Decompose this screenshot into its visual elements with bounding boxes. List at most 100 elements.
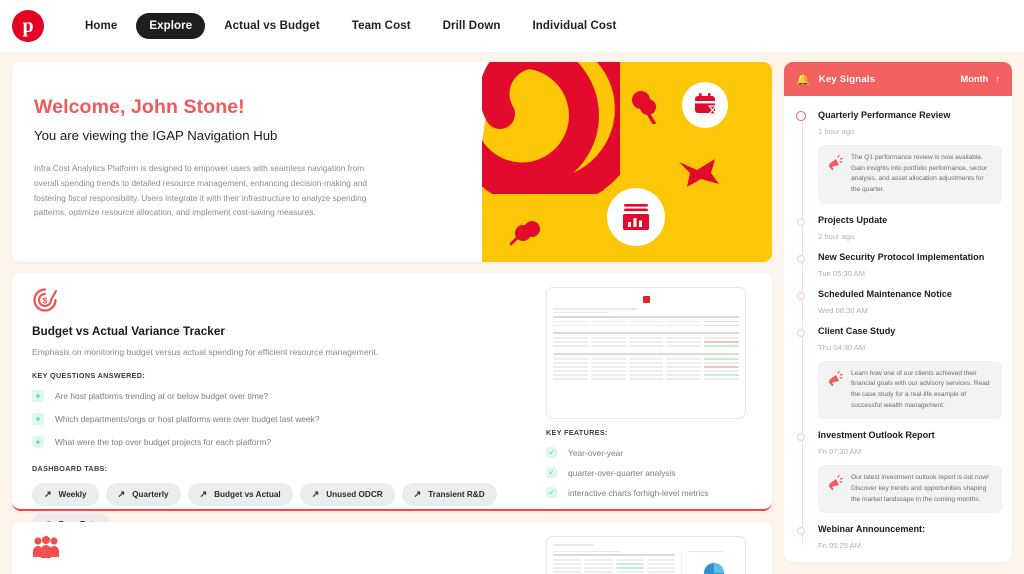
nav-item-explore[interactable]: Explore xyxy=(136,13,206,39)
key-signals-header: 🔔 Key Signals Month ↑ xyxy=(784,62,1012,96)
nav-item-actual-vs-budget[interactable]: Actual vs Budget xyxy=(211,13,333,39)
key-feature-item: ✓ quarter-over-quarter analysis xyxy=(546,467,754,478)
signal-status-dot xyxy=(797,254,805,263)
top-navigation-bar: p Home Explore Actual vs Budget Team Cost Dr… xyxy=(0,0,1024,52)
target-dollar-icon: $ xyxy=(32,287,532,315)
key-feature-text: interactive charts forhigh-level metrics xyxy=(568,487,709,498)
dashboard-tab-budget-vs-actual[interactable]: ↗ Budget vs Actual xyxy=(187,483,293,506)
key-question-item: + Which departments/orgs or host platform… xyxy=(32,413,532,425)
signal-message-box: Our latest investment outlook report is … xyxy=(818,465,1002,514)
arrow-up-right-icon: ↗ xyxy=(117,489,126,499)
nav-item-individual-cost[interactable]: Individual Cost xyxy=(520,13,630,39)
check-icon: ✓ xyxy=(546,447,557,458)
pushpin-icon xyxy=(510,221,540,246)
signal-timestamp: Fri 07:30 AM xyxy=(818,447,862,457)
key-signals-body[interactable]: Quarterly Performance Review 1 hour ago Th… xyxy=(784,96,1012,562)
key-features-label: KEY FEATURES: xyxy=(546,428,608,437)
signal-message-text: Learn how one of our clients achieved th… xyxy=(851,369,990,409)
signal-item[interactable]: Quarterly Performance Review 1 hour ago Th… xyxy=(796,110,1002,204)
check-icon: ✓ xyxy=(546,467,557,478)
arrow-up-icon: ↑ xyxy=(995,74,1000,84)
arrow-up-right-icon: ↗ xyxy=(44,489,52,499)
main-column: Welcome, John Stone! You are viewing the… xyxy=(12,62,772,574)
plus-icon: + xyxy=(32,436,44,448)
dashboard-tab-transient-r-d[interactable]: ↗ Transient R&D xyxy=(401,483,497,506)
welcome-hero-card: Welcome, John Stone! You are viewing the… xyxy=(12,62,772,262)
dashboard-preview-thumbnail[interactable] xyxy=(546,287,746,419)
signal-timestamp: 1 hour ago xyxy=(818,127,855,136)
check-icon: ✓ xyxy=(546,487,557,498)
signal-title: Webinar Announcement: xyxy=(818,524,926,535)
app-logo-icon[interactable]: p xyxy=(12,10,44,42)
signal-item[interactable]: New Security Protocol Implementation Tue … xyxy=(797,251,1002,278)
nav-item-home[interactable]: Home xyxy=(72,13,130,39)
signal-timestamp: Tue 05:30 AM xyxy=(818,268,865,278)
team-card-preview-area xyxy=(532,536,754,574)
dashboard-tab-label: Unused ODCR xyxy=(326,490,383,499)
signal-timestamp: Fri 05:25 AM xyxy=(818,541,862,551)
key-questions-label: KEY QUESTIONS ANSWERED: xyxy=(32,371,146,380)
signal-message-text: The Q1 performance review is now availab… xyxy=(851,154,988,194)
signal-message-box: The Q1 performance review is now availab… xyxy=(818,145,1002,204)
signal-status-dot xyxy=(797,291,805,300)
calendar-badge-icon xyxy=(682,82,728,128)
budget-card-content: $ Budget vs Actual Variance Tracker Emph… xyxy=(32,287,532,536)
arrow-up-right-icon: ↗ xyxy=(199,489,208,499)
signal-item[interactable]: Webinar Announcement: Fri 05:25 AM xyxy=(797,524,1002,551)
donut-chart-icon xyxy=(704,563,724,574)
signal-item[interactable]: Investment Outlook Report Fri 07:30 AM Our… xyxy=(797,430,1002,514)
signal-item[interactable]: Projects Update 2 hour ago xyxy=(797,214,1002,241)
bar-chart-badge-icon xyxy=(607,188,665,246)
key-question-item: + Are host platforms trending at or below… xyxy=(32,390,532,402)
dashboard-tab-weekly[interactable]: ↗ Weekly xyxy=(32,483,99,506)
budget-card-title: Budget vs Actual Variance Tracker xyxy=(32,324,225,338)
nav-item-drill-down[interactable]: Drill Down xyxy=(430,13,514,39)
hero-text-block: Welcome, John Stone! You are viewing the… xyxy=(12,62,482,262)
signal-title: Projects Update xyxy=(818,214,888,225)
megaphone-icon xyxy=(829,370,843,386)
dashboard-tab-quarterly[interactable]: ↗ Quarterly xyxy=(105,483,181,506)
pushpin-icon xyxy=(632,91,656,124)
signal-status-dot xyxy=(797,527,805,536)
signal-item[interactable]: Scheduled Maintenance Notice Wed 08:30 AM xyxy=(797,289,1002,315)
plus-icon: + xyxy=(32,390,44,402)
key-question-text: Are host platforms trending at or below … xyxy=(55,391,269,401)
key-feature-item: ✓ interactive charts forhigh-level metric… xyxy=(546,487,754,498)
dashboard-tab-unused-odcr[interactable]: ↗ Unused ODCR xyxy=(299,483,395,506)
key-signals-title: Key Signals xyxy=(818,73,876,85)
key-signals-panel: 🔔 Key Signals Month ↑ Quarterly Performa… xyxy=(784,62,1012,562)
bell-icon: 🔔 xyxy=(796,73,810,86)
pushpin-icon xyxy=(578,171,604,192)
welcome-subtitle: You are viewing the IGAP Navigation Hub xyxy=(34,128,278,143)
plus-icon: + xyxy=(32,413,44,425)
signal-timestamp: 2 hour ago xyxy=(818,231,855,241)
key-questions-list: + Are host platforms trending at or below… xyxy=(32,390,532,448)
signal-title: Client Case Study xyxy=(818,325,896,336)
megaphone-icon xyxy=(829,475,843,491)
key-feature-item: ✓ Year-over-year xyxy=(546,447,754,458)
key-signals-column: 🔔 Key Signals Month ↑ Quarterly Performa… xyxy=(784,62,1012,574)
key-feature-text: Year-over-year xyxy=(568,447,624,458)
key-feature-text: quarter-over-quarter analysis xyxy=(568,467,676,478)
dashboard-tab-label: Budget vs Actual xyxy=(214,490,281,499)
signal-title: New Security Protocol Implementation xyxy=(818,251,985,262)
arrow-up-right-icon: ↗ xyxy=(413,489,422,499)
megaphone-icon xyxy=(829,155,843,170)
signal-item[interactable]: Client Case Study Thu 04:30 AM Learn how o… xyxy=(797,325,1002,420)
welcome-title: Welcome, John Stone! xyxy=(34,96,245,118)
key-signals-period-filter[interactable]: Month ↑ xyxy=(960,74,1000,84)
team-card-content: Team Infra Cost Dashboard xyxy=(32,536,532,574)
welcome-description: Infra Cost Analytics Platform is designe… xyxy=(34,163,368,218)
hero-illustration xyxy=(482,62,772,262)
svg-text:$: $ xyxy=(43,296,48,306)
page-body: Welcome, John Stone! You are viewing the… xyxy=(0,52,1024,574)
key-features-block: KEY FEATURES: ✓ Year-over-year ✓ quarter-ov… xyxy=(546,428,754,498)
team-dashboard-preview-thumbnail[interactable] xyxy=(546,536,746,574)
preview-logo-dot xyxy=(642,296,650,303)
key-question-text: Which departments/orgs or host platforms… xyxy=(55,414,320,424)
signal-status-dot xyxy=(797,433,805,442)
nav-item-team-cost[interactable]: Team Cost xyxy=(339,13,424,39)
signal-message-text: Our latest investment outlook report is … xyxy=(851,474,989,503)
signal-title: Investment Outlook Report xyxy=(818,430,935,441)
signal-title: Quarterly Performance Review xyxy=(818,110,951,120)
